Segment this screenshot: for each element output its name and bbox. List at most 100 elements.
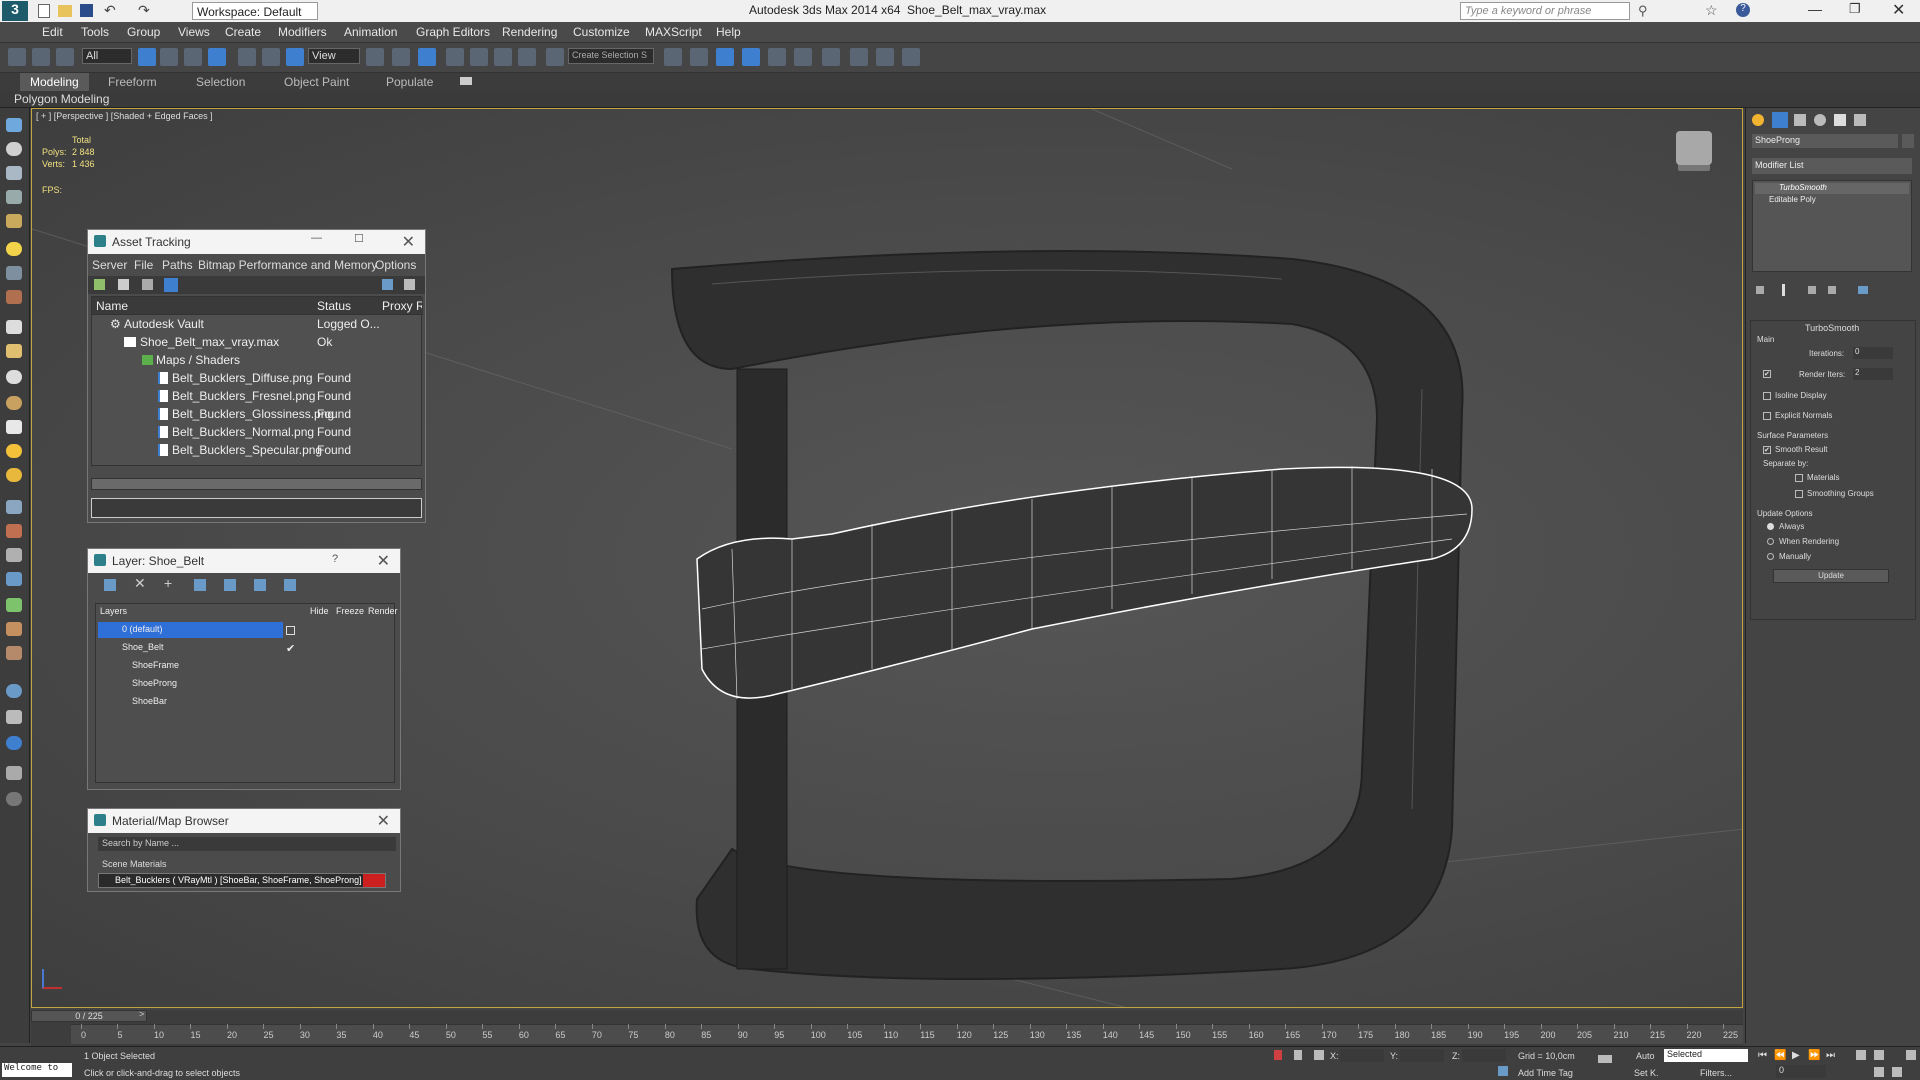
schematic-view-icon[interactable] [794, 48, 812, 66]
manually-radio[interactable] [1767, 553, 1774, 560]
material-browser-titlebar[interactable]: Material/Map Browser ✕ [88, 809, 400, 833]
layer-close-button[interactable]: ✕ [377, 551, 390, 571]
material-item[interactable]: Belt_Bucklers ( VRayMtl ) [ShoeBar, Shoe… [98, 873, 386, 888]
geosphere-icon[interactable] [6, 370, 22, 384]
orbit-icon[interactable] [1892, 1067, 1902, 1077]
menu-rendering[interactable]: Rendering [502, 25, 557, 39]
asset-maximize-button[interactable]: ☐ [354, 232, 364, 245]
spinner-snap-icon[interactable] [518, 48, 536, 66]
asset-menu-paths[interactable]: Paths [162, 258, 193, 272]
minimize-button[interactable]: — [1808, 1, 1822, 17]
physics-icon[interactable] [6, 598, 22, 612]
cloth-icon[interactable] [6, 524, 22, 538]
asset-path-field[interactable] [91, 498, 422, 518]
brush-icon[interactable] [6, 548, 22, 562]
align-icon[interactable] [690, 48, 708, 66]
layer-row[interactable]: 0 (default) [96, 622, 396, 640]
character-icon[interactable] [6, 646, 22, 660]
edit-named-selection-icon[interactable] [546, 48, 564, 66]
open-file-icon[interactable] [58, 5, 72, 17]
render-iters-checkbox[interactable]: ✔ [1763, 370, 1771, 378]
column-freeze[interactable]: Freeze [336, 606, 364, 616]
vault-help-icon[interactable] [382, 279, 393, 290]
tab-object-paint[interactable]: Object Paint [284, 75, 349, 89]
pyramid-icon[interactable] [6, 420, 22, 434]
select-manipulate-icon[interactable] [392, 48, 410, 66]
tab-modeling[interactable]: Modeling [20, 73, 89, 91]
asset-close-button[interactable]: ✕ [402, 232, 415, 252]
cylinder-icon[interactable] [6, 190, 22, 204]
save-icon[interactable] [80, 4, 93, 17]
tab-populate[interactable]: Populate [386, 75, 433, 89]
asset-row[interactable]: Belt_Bucklers_Specular.png Found [92, 441, 423, 459]
scene-materials-header[interactable]: Scene Materials [102, 859, 167, 869]
menu-maxscript[interactable]: MAXScript [645, 25, 702, 39]
highlight-layer-icon[interactable] [224, 579, 236, 591]
ribbon-options-icon[interactable] [460, 77, 472, 85]
maximize-button[interactable]: ❐ [1849, 1, 1861, 17]
stack-item-editable-poly[interactable]: Editable Poly [1755, 195, 1909, 206]
layer-row[interactable]: ShoeFrame [96, 658, 396, 676]
set-key-button[interactable]: Set K. [1634, 1068, 1659, 1078]
material-close-button[interactable]: ✕ [377, 811, 390, 831]
utilities-tab-icon[interactable] [1854, 114, 1866, 126]
remove-modifier-icon[interactable] [1828, 286, 1836, 294]
star-icon[interactable]: ☆ [1705, 2, 1718, 19]
object-name-field[interactable]: ShoeProng [1752, 134, 1898, 148]
refresh-icon[interactable] [94, 279, 105, 290]
render-setup-icon[interactable] [850, 48, 868, 66]
percent-snap-icon[interactable] [494, 48, 512, 66]
menu-animation[interactable]: Animation [344, 25, 397, 39]
terrain-icon[interactable] [6, 572, 22, 586]
column-status[interactable]: Status [317, 299, 351, 313]
next-frame-icon[interactable]: ⏩ [1808, 1050, 1820, 1061]
asset-minimize-button[interactable]: — [311, 232, 322, 244]
menu-create[interactable]: Create [225, 25, 261, 39]
time-tag-icon[interactable] [1498, 1066, 1508, 1076]
select-by-name-icon[interactable] [160, 48, 178, 66]
rollout-title[interactable]: TurboSmooth [1805, 323, 1859, 333]
cone-icon[interactable] [6, 344, 22, 358]
systems-icon[interactable] [6, 320, 22, 334]
auto-key-button[interactable]: Auto [1636, 1051, 1655, 1061]
menu-modifiers[interactable]: Modifiers [278, 25, 327, 39]
column-proxy[interactable]: Proxy Re [382, 299, 422, 313]
list-icon[interactable] [118, 279, 129, 290]
asset-tracking-titlebar[interactable]: Asset Tracking — ☐ ✕ [88, 230, 425, 254]
materials-checkbox[interactable] [1795, 474, 1803, 482]
make-unique-icon[interactable] [1808, 286, 1816, 294]
show-end-result-icon[interactable] [1782, 284, 1785, 296]
asset-row[interactable]: Belt_Bucklers_Glossiness.png Found [92, 405, 423, 423]
display-tab-icon[interactable] [1834, 114, 1846, 126]
link-icon[interactable] [8, 48, 26, 66]
tab-freeform[interactable]: Freeform [108, 75, 157, 89]
teapot-icon[interactable] [6, 214, 22, 228]
column-hide[interactable]: Hide [310, 606, 329, 616]
time-slider-next-icon[interactable]: > [139, 1009, 144, 1019]
undo-icon[interactable]: ↶ [104, 2, 116, 19]
omni-light-icon[interactable] [6, 468, 22, 482]
box-icon[interactable] [6, 166, 22, 180]
tab-selection[interactable]: Selection [196, 75, 245, 89]
workspace-dropdown[interactable]: Workspace: Default [192, 2, 318, 20]
asset-row[interactable]: Maps / Shaders [92, 351, 423, 369]
maxscript-listener[interactable]: Welcome to [2, 1063, 72, 1077]
layer-row[interactable]: Shoe_Belt ✔ [96, 640, 396, 658]
stack-item-turbosmooth[interactable]: TurboSmooth [1755, 183, 1909, 194]
hierarchy-tab-icon[interactable] [1794, 114, 1806, 126]
time-slider[interactable]: 0 / 225 [31, 1010, 147, 1022]
camera-icon[interactable] [6, 118, 22, 132]
key-filter-dropdown[interactable]: Selected [1664, 1049, 1748, 1062]
zoom-all-icon[interactable] [1874, 1050, 1884, 1060]
graphite-toggle-icon[interactable] [742, 48, 760, 66]
world-icon[interactable] [6, 736, 22, 750]
motion-tab-icon[interactable] [1814, 114, 1826, 126]
column-layers[interactable]: Layers [100, 606, 127, 616]
maximize-viewport-icon[interactable] [1906, 1050, 1916, 1060]
smoothing-groups-checkbox[interactable] [1795, 490, 1803, 498]
bind-space-warp-icon[interactable] [56, 48, 74, 66]
material-editor-icon[interactable] [822, 48, 840, 66]
asset-menu-file[interactable]: File [134, 258, 153, 272]
freeze-all-icon[interactable] [284, 579, 296, 591]
explicit-normals-checkbox[interactable] [1763, 412, 1771, 420]
